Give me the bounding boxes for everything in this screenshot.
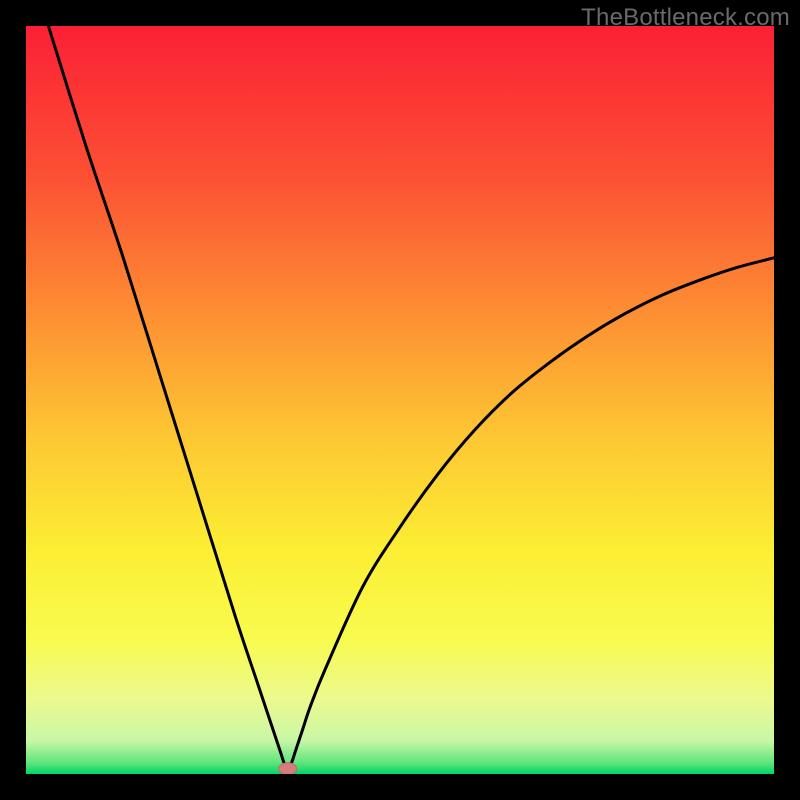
chart-container: TheBottleneck.com	[0, 0, 800, 800]
min-marker	[26, 26, 774, 774]
watermark-text: TheBottleneck.com	[581, 4, 790, 32]
plot-area	[26, 26, 774, 774]
